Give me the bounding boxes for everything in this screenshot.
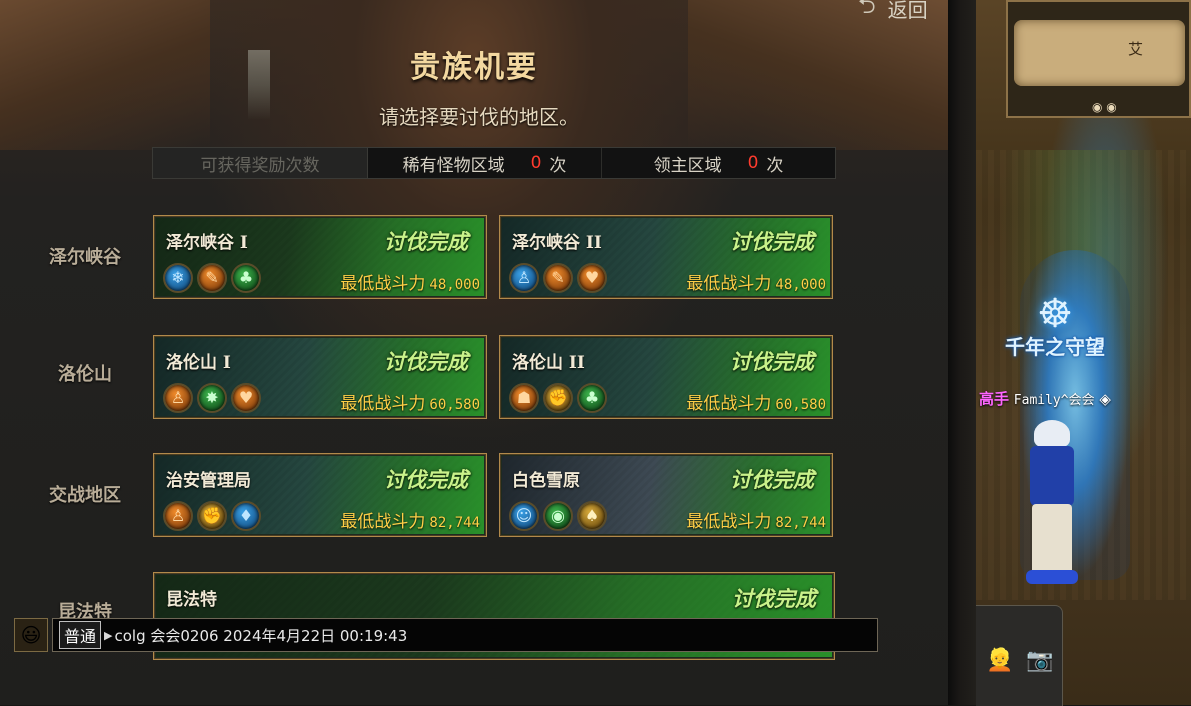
- min-power-value: 82,744: [429, 515, 480, 531]
- min-power-label: 最低战斗力: [686, 394, 772, 414]
- panel-subtitle: 请选择要讨伐的地区。: [379, 105, 579, 129]
- min-power-label: 最低战斗力: [686, 274, 772, 294]
- fist-icon: ✊: [543, 383, 573, 413]
- panel-divider: [948, 0, 976, 705]
- chevron-right-icon: ▶: [104, 628, 113, 642]
- player-title: 高手: [979, 390, 1010, 408]
- figure-icon: ♙: [509, 263, 539, 293]
- player-name: Family^会会: [1013, 393, 1095, 408]
- reward-count-label: 可获得奖励次数: [153, 148, 368, 178]
- fist-icon: ✊: [197, 501, 227, 531]
- return-arrow-icon: ⮌: [858, 0, 876, 19]
- chat-message: colg 会会0206 2024年4月22日 00:19:43: [114, 626, 408, 645]
- eye-icon: ◉: [543, 501, 573, 531]
- dungeon-status: 讨伐完成: [730, 468, 814, 492]
- player-character[interactable]: [1022, 420, 1082, 590]
- dungeon-card[interactable]: 泽尔峡谷 I 讨伐完成 ❄ ✎ ♣ 最低战斗力 48,000: [153, 215, 487, 299]
- spade-icon: ♠: [577, 501, 607, 531]
- gem-icon: ◈: [1099, 390, 1111, 408]
- minimap-map: [1014, 20, 1185, 86]
- return-button[interactable]: ⮌ 返回: [858, 0, 928, 22]
- rare-area-unit: 次: [549, 155, 567, 176]
- region-label: 洛伦山: [58, 364, 112, 385]
- face-icon: ☺: [509, 501, 539, 531]
- chat-input-bar[interactable]: 普通 ▶ colg 会会0206 2024年4月22日 00:19:43: [52, 618, 878, 652]
- dungeon-status: 讨伐完成: [732, 587, 816, 611]
- panel-title: 贵族机要: [410, 50, 538, 85]
- boss-area-unit: 次: [766, 155, 784, 176]
- min-power-value: 60,580: [429, 397, 480, 413]
- region-label: 交战地区: [49, 485, 121, 506]
- dungeon-name: 昆法特: [166, 590, 217, 610]
- heart-icon: ♥: [231, 383, 261, 413]
- min-power-value: 82,744: [775, 515, 826, 531]
- noble-dungeon-panel: 贵族机要 请选择要讨伐的地区。 ⮌ 返回 可获得奖励次数 稀有怪物区域 0 次 …: [0, 0, 948, 705]
- dungeon-card[interactable]: 治安管理局 讨伐完成 ♙ ✊ ♦ 最低战斗力 82,744: [153, 453, 487, 537]
- figure-icon: ♙: [163, 501, 193, 531]
- dungeon-card[interactable]: 洛伦山 II 讨伐完成 ☗ ✊ ♣ 最低战斗力 60,580: [499, 335, 833, 419]
- dungeon-status: 讨伐完成: [384, 468, 468, 492]
- club-icon: ♣: [577, 383, 607, 413]
- rare-monster-area-count: 稀有怪物区域 0 次: [368, 148, 602, 178]
- chat-emoji-button[interactable]: 😃: [14, 618, 48, 652]
- region-label: 泽尔峡谷: [49, 247, 121, 268]
- boss-area-count-value: 0: [747, 153, 759, 173]
- dungeon-status: 讨伐完成: [384, 350, 468, 374]
- min-power-label: 最低战斗力: [340, 512, 426, 532]
- camera-icon[interactable]: 📷: [1026, 648, 1053, 673]
- heart-icon: ♥: [577, 263, 607, 293]
- smiley-icon: 😃: [20, 623, 42, 647]
- min-power-label: 最低战斗力: [340, 394, 426, 414]
- minimap-label: 艾: [1128, 40, 1144, 58]
- minimap[interactable]: 艾 ◉ ◉: [1006, 0, 1191, 118]
- character-avatar-icon[interactable]: 👱: [986, 648, 1013, 673]
- dungeon-name: 白色雪原: [512, 471, 580, 491]
- dungeon-card[interactable]: 洛伦山 I 讨伐完成 ♙ ✸ ♥ 最低战斗力 60,580: [153, 335, 487, 419]
- boss-area-label: 领主区域: [653, 155, 722, 176]
- chat-channel-selector[interactable]: 普通: [59, 621, 102, 649]
- club-icon: ♣: [231, 263, 261, 293]
- min-power-value: 60,580: [775, 397, 826, 413]
- rare-area-label: 稀有怪物区域: [402, 155, 505, 176]
- boss-area-count: 领主区域 0 次: [602, 148, 835, 178]
- rare-area-count: 0: [530, 153, 542, 173]
- reward-count-bar: 可获得奖励次数 稀有怪物区域 0 次 领主区域 0 次: [152, 147, 836, 179]
- guild-name: 千年之守望: [1005, 335, 1105, 359]
- min-power-value: 48,000: [775, 277, 826, 293]
- mushroom-icon: ☗: [509, 383, 539, 413]
- min-power-label: 最低战斗力: [686, 512, 772, 532]
- snowflake-icon: ❄: [163, 263, 193, 293]
- diamond-icon: ♦: [231, 501, 261, 531]
- min-power-value: 48,000: [429, 277, 480, 293]
- dungeon-name: 洛伦山 II: [512, 353, 585, 373]
- star-icon: ✸: [197, 383, 227, 413]
- dungeon-status: 讨伐完成: [384, 230, 468, 254]
- dungeon-status: 讨伐完成: [730, 230, 814, 254]
- dungeon-name: 治安管理局: [166, 471, 251, 491]
- feather-icon: ✎: [543, 263, 573, 293]
- feather-icon: ✎: [197, 263, 227, 293]
- minimap-marker-icons: ◉ ◉: [1092, 100, 1117, 114]
- return-label: 返回: [887, 0, 928, 22]
- min-power-label: 最低战斗力: [340, 274, 426, 294]
- dungeon-card[interactable]: 泽尔峡谷 II 讨伐完成 ♙ ✎ ♥ 最低战斗力 48,000: [499, 215, 833, 299]
- dungeon-name: 泽尔峡谷 I: [166, 233, 248, 253]
- figure-icon: ♙: [163, 383, 193, 413]
- dungeon-status: 讨伐完成: [730, 350, 814, 374]
- dungeon-name: 泽尔峡谷 II: [512, 233, 602, 253]
- dungeon-name: 洛伦山 I: [166, 353, 231, 373]
- dungeon-card[interactable]: 白色雪原 讨伐完成 ☺ ◉ ♠ 最低战斗力 82,744: [499, 453, 833, 537]
- player-nameplate[interactable]: 高手 Family^会会 ◈: [979, 388, 1111, 409]
